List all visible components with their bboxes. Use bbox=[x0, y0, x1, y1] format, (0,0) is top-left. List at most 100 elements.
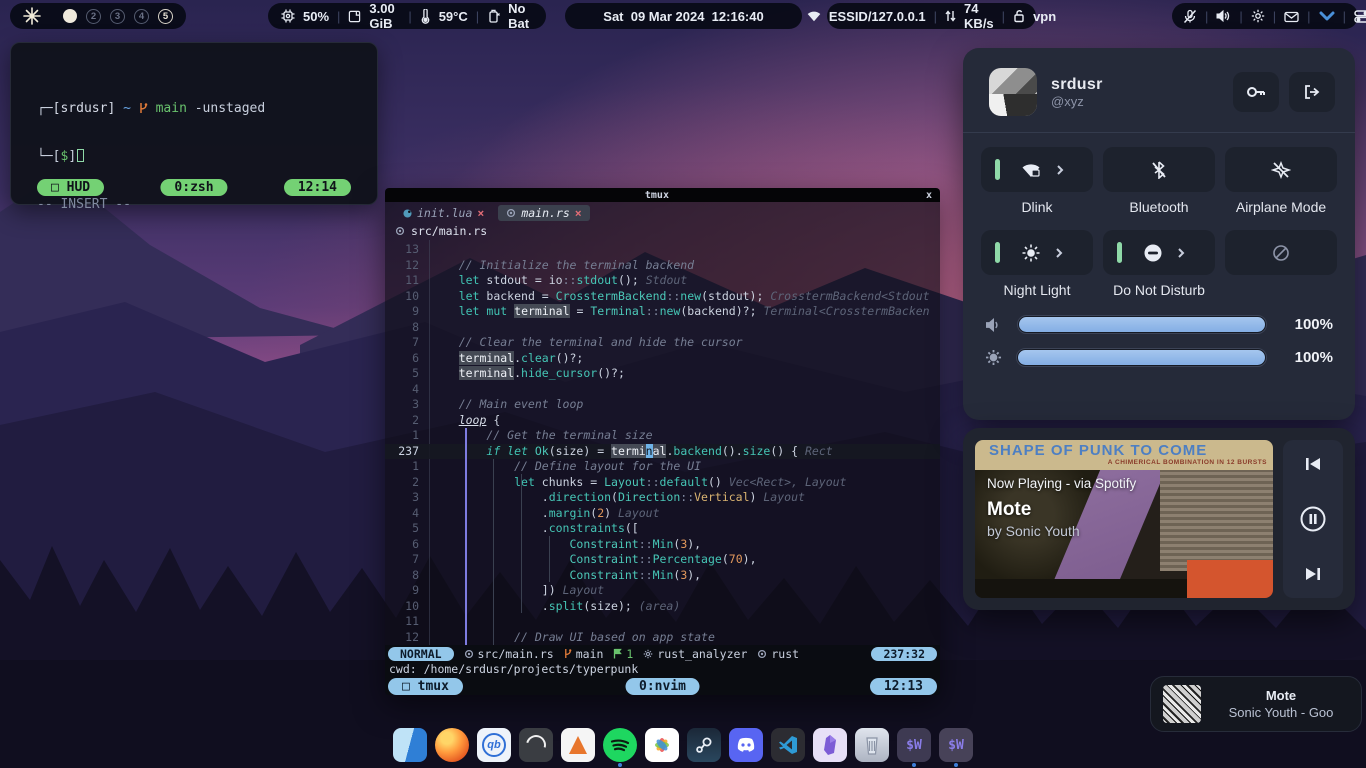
volume-icon[interactable] bbox=[1216, 9, 1231, 23]
album-art-subtitle: A CHIMERICAL BOMBINATION IN 12 BURSTS bbox=[1108, 459, 1267, 466]
blocked-toggle-button[interactable] bbox=[1225, 230, 1337, 275]
code-editor[interactable]: 1312 // Initialize the terminal backend1… bbox=[385, 240, 940, 645]
workspace-5[interactable]: 5 bbox=[158, 9, 173, 24]
previous-track-button[interactable] bbox=[1303, 456, 1323, 472]
dnd-toggle-button[interactable] bbox=[1103, 230, 1215, 275]
speed-value: 74 KB/s bbox=[964, 1, 994, 31]
dock-streamwidget-1[interactable]: $W bbox=[897, 728, 931, 762]
dock-firefox[interactable] bbox=[435, 728, 469, 762]
dock-qbittorrent[interactable]: qb bbox=[477, 728, 511, 762]
settings-gear-icon[interactable] bbox=[1251, 9, 1265, 23]
notification-title: Mote bbox=[1213, 688, 1349, 703]
tmux-editor-window: tmux x init.lua × main.rs × src/main.rs bbox=[385, 188, 940, 695]
code-line: 9 let mut terminal = Terminal::new(backe… bbox=[385, 304, 940, 320]
workspace-4[interactable]: 4 bbox=[134, 9, 149, 24]
vpn-label[interactable]: vpn bbox=[1033, 9, 1056, 24]
dock-spotify[interactable] bbox=[603, 728, 637, 762]
active-indicator bbox=[995, 242, 1000, 263]
thermometer-icon bbox=[420, 9, 431, 24]
mic-muted-icon[interactable] bbox=[1183, 9, 1197, 24]
brightness-slider[interactable] bbox=[1016, 348, 1267, 367]
album-art: SHAPE OF PUNK TO COME A CHIMERICAL BOMBI… bbox=[975, 440, 1273, 598]
battery-value: No Bat bbox=[508, 1, 533, 31]
dock-vlc[interactable] bbox=[561, 728, 595, 762]
code-line: 8 Constraint::Min(3), bbox=[385, 568, 940, 584]
workspace-1[interactable] bbox=[63, 9, 77, 23]
prompt-branch: main bbox=[156, 101, 187, 116]
indent-guide bbox=[521, 474, 522, 613]
dock-trash[interactable] bbox=[855, 728, 889, 762]
prompt-user: [srdusr] bbox=[53, 101, 116, 116]
tab-close-icon[interactable]: × bbox=[477, 206, 484, 220]
vpn-lock-icon[interactable] bbox=[1013, 9, 1025, 23]
next-track-button[interactable] bbox=[1303, 566, 1323, 582]
window-close-button[interactable]: x bbox=[926, 190, 932, 201]
dock: qb bbox=[393, 728, 973, 762]
rust-icon bbox=[464, 649, 474, 659]
tmux-session-pill[interactable]: □ HUD bbox=[37, 179, 104, 196]
vscode-icon bbox=[771, 728, 805, 762]
lock-keys-button[interactable] bbox=[1233, 72, 1279, 112]
code-line: 4 bbox=[385, 382, 940, 398]
discord-icon bbox=[729, 728, 763, 762]
dock-discord[interactable] bbox=[729, 728, 763, 762]
do-not-disturb-icon bbox=[1143, 243, 1163, 263]
chevron-right-icon[interactable] bbox=[1055, 247, 1063, 259]
logout-button[interactable] bbox=[1289, 72, 1335, 112]
tab-init-lua[interactable]: init.lua × bbox=[395, 205, 492, 221]
active-indicator bbox=[995, 159, 1000, 180]
tab-close-icon[interactable]: × bbox=[575, 206, 582, 220]
winbar: src/main.rs bbox=[385, 222, 940, 240]
tmux-window-pill[interactable]: 0:nvim bbox=[625, 678, 700, 695]
statusline-file: src/main.rs bbox=[464, 647, 554, 661]
code-line: 6 Constraint::Min(3), bbox=[385, 537, 940, 553]
dock-file-manager[interactable] bbox=[393, 728, 427, 762]
dollar-w-icon: $W bbox=[939, 728, 973, 762]
rust-icon bbox=[395, 226, 405, 236]
code-line: 11 let stdout = io::stdout(); Stdout bbox=[385, 273, 940, 289]
dock-steam[interactable] bbox=[687, 728, 721, 762]
tmux-session-pill[interactable]: □ tmux bbox=[388, 678, 463, 695]
nightlight-toggle-button[interactable] bbox=[981, 230, 1093, 275]
cpu-icon bbox=[281, 9, 295, 23]
traffic-arrows-icon bbox=[945, 9, 956, 23]
pause-button[interactable] bbox=[1300, 506, 1326, 532]
tmux-clock-pill: 12:14 bbox=[284, 179, 351, 196]
night-light-icon bbox=[1021, 243, 1041, 263]
dock-mpv[interactable] bbox=[519, 728, 553, 762]
chevron-right-icon[interactable] bbox=[1056, 164, 1064, 176]
dock-photos[interactable] bbox=[645, 728, 679, 762]
battery-icon bbox=[487, 9, 500, 23]
volume-slider[interactable] bbox=[1017, 315, 1267, 334]
dock-streamwidget-2[interactable]: $W bbox=[939, 728, 973, 762]
dock-vscode[interactable] bbox=[771, 728, 805, 762]
wifi-icon[interactable] bbox=[807, 10, 821, 22]
workspace-2[interactable]: 2 bbox=[86, 9, 101, 24]
workspace-3[interactable]: 3 bbox=[110, 9, 125, 24]
chevron-down-icon[interactable] bbox=[1319, 10, 1335, 22]
code-line: 8 bbox=[385, 320, 940, 336]
essid-value[interactable]: ESSID/127.0.0.1 bbox=[829, 9, 926, 24]
notification-toast[interactable]: Mote Sonic Youth - Goo bbox=[1150, 676, 1362, 732]
tmux-window-pill[interactable]: 0:zsh bbox=[160, 179, 227, 196]
launcher-star-icon[interactable] bbox=[23, 7, 41, 25]
toggle-label: Night Light bbox=[1004, 282, 1071, 299]
wifi-toggle-button[interactable] bbox=[981, 147, 1093, 192]
airplane-toggle-button[interactable] bbox=[1225, 147, 1337, 192]
code-line: 3 .direction(Direction::Vertical) Layout bbox=[385, 490, 940, 506]
toggles-icon[interactable] bbox=[1354, 10, 1366, 23]
tab-main-rs[interactable]: main.rs × bbox=[498, 205, 589, 221]
code-line: 5 .constraints([ bbox=[385, 521, 940, 537]
chevron-right-icon[interactable] bbox=[1177, 247, 1185, 259]
statusline-lsp: rust_analyzer bbox=[643, 647, 747, 661]
statusline-filetype: rust bbox=[757, 647, 799, 661]
bluetooth-toggle-button[interactable] bbox=[1103, 147, 1215, 192]
mail-icon[interactable] bbox=[1284, 10, 1299, 23]
flag-icon bbox=[613, 648, 622, 659]
dock-obsidian[interactable] bbox=[813, 728, 847, 762]
code-line: 2 let chunks = Layout::default() Vec<Rec… bbox=[385, 475, 940, 491]
trash-icon bbox=[855, 728, 889, 762]
wifi-lock-icon bbox=[1020, 161, 1042, 179]
gear-icon bbox=[643, 649, 653, 659]
nvim-statusline: NORMAL src/main.rs main 1 rust_analyzer … bbox=[385, 645, 940, 662]
